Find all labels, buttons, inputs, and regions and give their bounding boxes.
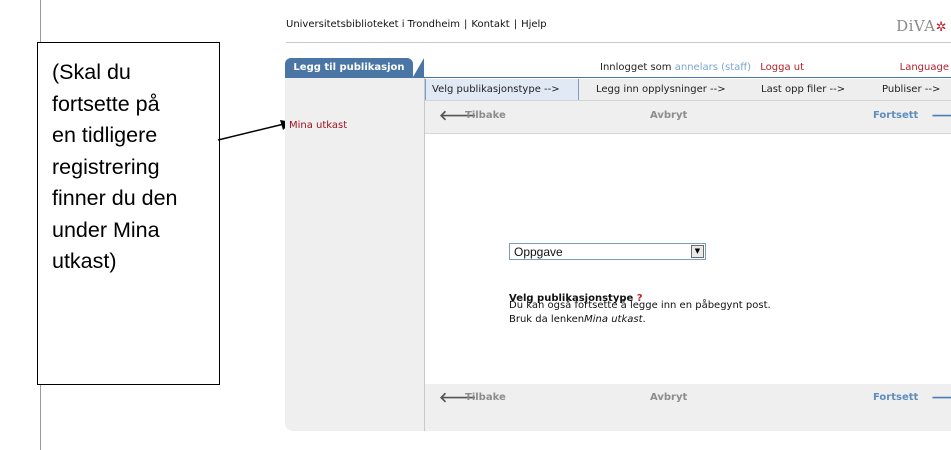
drafts-inline-link[interactable]: Mina utkast (584, 314, 642, 325)
login-prefix: Innlogget som (600, 62, 672, 73)
step-publish[interactable]: Publiser --> (882, 79, 940, 100)
chevron-down-icon[interactable]: ▼ (691, 245, 704, 258)
logout-link[interactable]: Logga ut (760, 62, 804, 73)
nav-bar-top: 🡐 Tilbake Avbryt Fortsett 🡒 (425, 101, 951, 134)
info-suffix: . (642, 314, 646, 325)
step-enter-info[interactable]: Legg inn opplysninger --> (596, 79, 726, 100)
user-link[interactable]: annelars (staff) (675, 62, 751, 73)
cancel-button[interactable]: Avbryt (650, 110, 687, 121)
callout-line: fortsette på (52, 91, 160, 116)
tab-add-publication[interactable]: Legg til publikasjon (285, 58, 413, 77)
step-select-type[interactable]: Velg publikasjonstype --> (425, 79, 579, 100)
forward-button[interactable]: Fortsett (873, 110, 918, 121)
cancel-button[interactable]: Avbryt (650, 392, 687, 403)
info-line: Du kan også fortsette å legge inn en påb… (509, 300, 771, 311)
arrow-right-icon[interactable]: 🡒 (931, 107, 951, 124)
nav-bar-bottom: 🡐 Tilbake Avbryt Fortsett 🡒 (425, 384, 951, 431)
callout-arrow-icon (218, 120, 292, 141)
library-link[interactable]: Universitetsbiblioteket i Trondheim (286, 19, 460, 30)
info-text: Du kan også fortsette å legge inn en påb… (509, 299, 771, 327)
drafts-link[interactable]: Mina utkast (289, 120, 347, 131)
logo-text: DiVA (896, 17, 936, 35)
callout-line: (Skal du (52, 60, 131, 84)
language-link[interactable]: Language (900, 62, 949, 73)
callout-line: under Mina (52, 217, 160, 242)
back-button[interactable]: Tilbake (465, 392, 506, 403)
step-upload-files[interactable]: Last opp filer --> (761, 79, 845, 100)
instruction-callout: (Skal du fortsette på en tidligere regis… (37, 42, 220, 385)
back-button[interactable]: Tilbake (465, 110, 506, 121)
callout-line: finner du den (52, 186, 178, 210)
info-line: Bruk da lenkenMina utkast. (509, 313, 771, 327)
callout-line: en tidligere (52, 123, 158, 147)
forward-button[interactable]: Fortsett (873, 392, 918, 403)
diva-star-icon: ✲ (935, 20, 947, 35)
login-status: Innlogget som annelars (staff) Logga ut (600, 62, 804, 73)
top-bar: Universitetsbiblioteket i Trondheim | Kont… (286, 14, 951, 43)
arrow-right-icon[interactable]: 🡒 (931, 389, 951, 406)
help-link[interactable]: Hjelp (521, 19, 547, 30)
sidebar: Mina utkast (285, 78, 425, 431)
info-prefix: Bruk da lenken (509, 314, 585, 325)
tab-tip (413, 58, 424, 77)
callout-line: registrering (52, 154, 160, 179)
callout-line: utkast) (52, 249, 117, 273)
step-bar: Velg publikasjonstype --> Legg inn opply… (425, 79, 951, 101)
select-value: Oppgave (514, 245, 563, 259)
diva-logo: DiVA✲ (896, 17, 947, 35)
publication-type-select[interactable]: Oppgave ▼ (509, 243, 706, 260)
contact-link[interactable]: Kontakt (471, 19, 509, 30)
